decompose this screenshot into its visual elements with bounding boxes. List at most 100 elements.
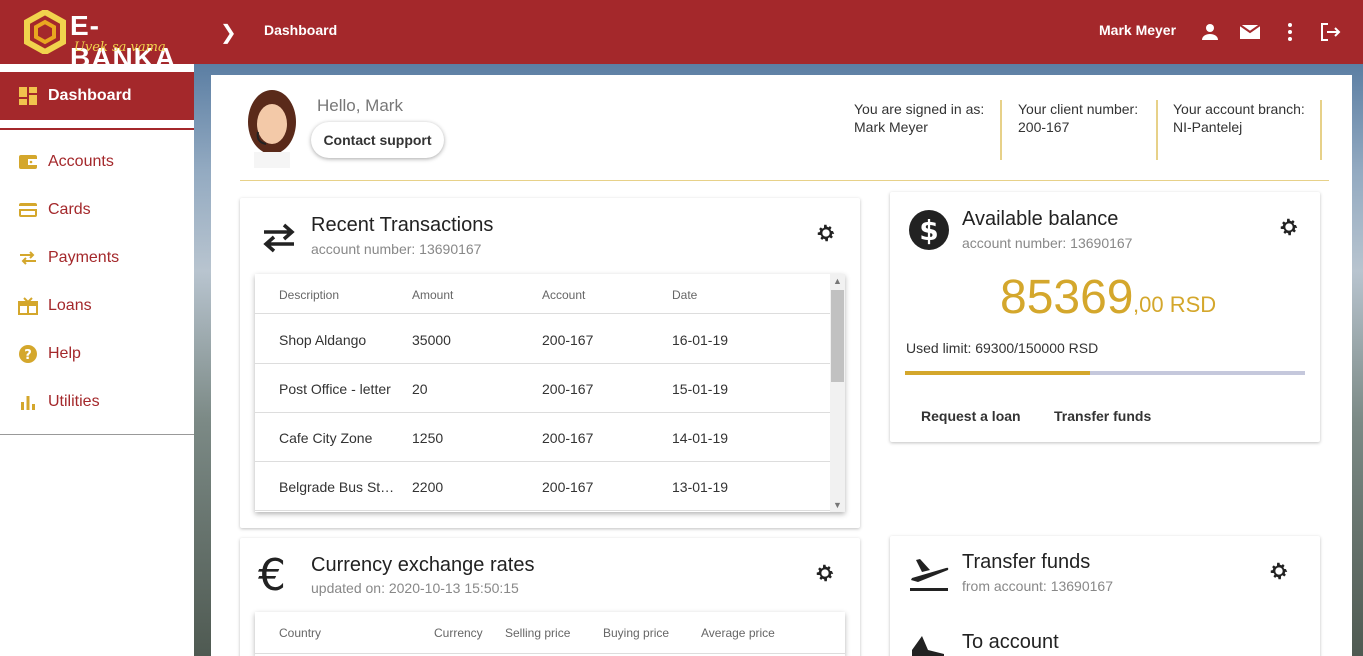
person-icon[interactable] xyxy=(1198,20,1222,44)
sidebar: Dashboard Accounts Cards Payments Loans … xyxy=(0,64,194,656)
client-number-info: Your client number: 200-167 xyxy=(1018,100,1138,136)
gear-icon[interactable] xyxy=(814,562,836,584)
sidebar-item-label: Help xyxy=(48,345,81,362)
cell-description: Cafe City Zone xyxy=(279,430,373,446)
signed-in-label: You are signed in as: xyxy=(854,101,985,117)
sidebar-item-label: Dashboard xyxy=(48,87,132,104)
transfer-funds-button[interactable]: Transfer funds xyxy=(1054,408,1151,424)
sidebar-item-loans[interactable]: Loans xyxy=(0,286,194,326)
brand-logo[interactable]: E-BANKA Uvek sa vama xyxy=(24,8,204,73)
sidebar-item-label: Utilities xyxy=(48,393,100,410)
table-row[interactable]: Belgrade Bus Station 2200 200-167 13-01-… xyxy=(255,462,830,511)
table-row[interactable]: Cafe City Zone 1250 200-167 14-01-19 xyxy=(255,413,830,462)
scroll-down-icon[interactable]: ▼ xyxy=(833,500,842,510)
info-separator xyxy=(1156,100,1158,160)
flight-landing-icon xyxy=(912,636,944,656)
column-header[interactable]: Buying price xyxy=(603,626,669,640)
wallet-icon xyxy=(19,155,37,169)
cell-description: Belgrade Bus Station xyxy=(279,479,397,495)
transactions-table: Description Amount Account Date Shop Ald… xyxy=(255,274,845,512)
column-header[interactable]: Average price xyxy=(701,626,775,640)
account-branch-info: Your account branch: NI-Pantelej xyxy=(1173,100,1305,136)
table-row[interactable]: Shop Aldango 35000 200-167 16-01-19 xyxy=(255,315,830,364)
breadcrumb-current: Dashboard xyxy=(264,22,338,38)
column-header[interactable]: Description xyxy=(279,288,339,302)
contact-support-button[interactable]: Contact support xyxy=(311,122,444,158)
used-limit-progress xyxy=(905,371,1305,375)
logout-icon[interactable] xyxy=(1318,20,1342,44)
scroll-up-icon[interactable]: ▲ xyxy=(833,276,842,286)
cell-account: 200-167 xyxy=(542,430,594,446)
cell-amount: 35000 xyxy=(412,332,451,348)
header-divider xyxy=(240,180,1329,181)
account-branch-value: NI-Pantelej xyxy=(1173,119,1243,135)
top-bar: E-BANKA Uvek sa vama ❯ Dashboard Mark Me… xyxy=(0,0,1363,73)
cell-date: 16-01-19 xyxy=(672,332,729,348)
table-header: Description Amount Account Date xyxy=(255,274,830,314)
logo-mark-icon xyxy=(24,10,66,54)
request-loan-button[interactable]: Request a loan xyxy=(921,408,1021,424)
sidebar-item-utilities[interactable]: Utilities xyxy=(0,382,194,422)
balance-decimals: ,00 RSD xyxy=(1133,292,1217,317)
sidebar-bottom-divider xyxy=(0,434,194,435)
column-header[interactable]: Date xyxy=(672,288,697,302)
transfer-funds-card xyxy=(890,536,1320,656)
transfer-title: Transfer funds xyxy=(962,551,1091,573)
more-vert-icon[interactable] xyxy=(1278,20,1302,44)
exchange-title: Currency exchange rates xyxy=(311,554,535,576)
table-row[interactable]: Post Office - letter 20 200-167 15-01-19 xyxy=(255,364,830,413)
cell-date: 13-01-19 xyxy=(672,479,729,495)
bar-chart-icon xyxy=(21,396,35,410)
info-separator xyxy=(1000,100,1002,160)
exchange-table-header: Country Currency Selling price Buying pr… xyxy=(255,612,845,656)
to-account-label: To account xyxy=(962,631,1059,653)
sidebar-item-label: Loans xyxy=(48,297,92,314)
balance-subtitle: account number: 13690167 xyxy=(962,235,1133,251)
sidebar-divider xyxy=(0,128,194,130)
flight-takeoff-icon xyxy=(910,559,949,591)
cell-account: 200-167 xyxy=(542,332,594,348)
cell-date: 15-01-19 xyxy=(672,381,729,397)
info-separator xyxy=(1320,100,1322,160)
sidebar-item-payments[interactable]: Payments xyxy=(0,238,194,278)
column-header[interactable]: Account xyxy=(542,288,585,302)
chevron-right-icon: ❯ xyxy=(220,22,237,44)
cell-account: 200-167 xyxy=(542,381,594,397)
greeting-text: Hello, Mark xyxy=(317,96,403,115)
svg-text:?: ? xyxy=(24,348,32,363)
exchange-subtitle: updated on: 2020-10-13 15:50:15 xyxy=(311,580,519,596)
signed-in-value: Mark Meyer xyxy=(854,119,928,135)
balance-title: Available balance xyxy=(962,208,1119,230)
dashboard-icon xyxy=(19,87,37,105)
sidebar-item-accounts[interactable]: Accounts xyxy=(0,142,194,182)
sidebar-item-dashboard[interactable]: Dashboard xyxy=(0,72,194,120)
sidebar-item-help[interactable]: ? Help xyxy=(0,334,194,374)
cell-amount: 1250 xyxy=(412,430,444,446)
sidebar-item-label: Cards xyxy=(48,201,91,218)
sidebar-item-cards[interactable]: Cards xyxy=(0,190,194,230)
column-header[interactable]: Amount xyxy=(412,288,453,302)
transactions-subtitle: account number: 13690167 xyxy=(311,241,482,257)
cell-description: Post Office - letter xyxy=(279,381,391,397)
column-header[interactable]: Selling price xyxy=(505,626,570,640)
header-user-name[interactable]: Mark Meyer xyxy=(1099,22,1176,38)
cell-amount: 2200 xyxy=(412,479,444,495)
cell-date: 14-01-19 xyxy=(672,430,729,446)
account-branch-label: Your account branch: xyxy=(1173,101,1305,117)
column-header[interactable]: Currency xyxy=(434,626,483,640)
gear-icon[interactable] xyxy=(815,222,837,244)
mail-icon[interactable] xyxy=(1238,20,1262,44)
transactions-title: Recent Transactions xyxy=(311,214,494,236)
brand-tagline: Uvek sa vama xyxy=(74,40,166,55)
sidebar-item-label: Payments xyxy=(48,249,120,266)
gear-icon[interactable] xyxy=(1268,560,1290,582)
balance-amount: 85369 xyxy=(1000,271,1134,324)
cell-amount: 20 xyxy=(412,381,428,397)
scrollbar-thumb[interactable] xyxy=(831,290,844,382)
gear-icon[interactable] xyxy=(1278,216,1300,238)
client-number-label: Your client number: xyxy=(1018,101,1139,117)
dollar-icon: $ xyxy=(909,210,949,250)
cell-account: 200-167 xyxy=(542,479,594,495)
card-icon xyxy=(19,203,37,217)
column-header[interactable]: Country xyxy=(279,626,321,640)
